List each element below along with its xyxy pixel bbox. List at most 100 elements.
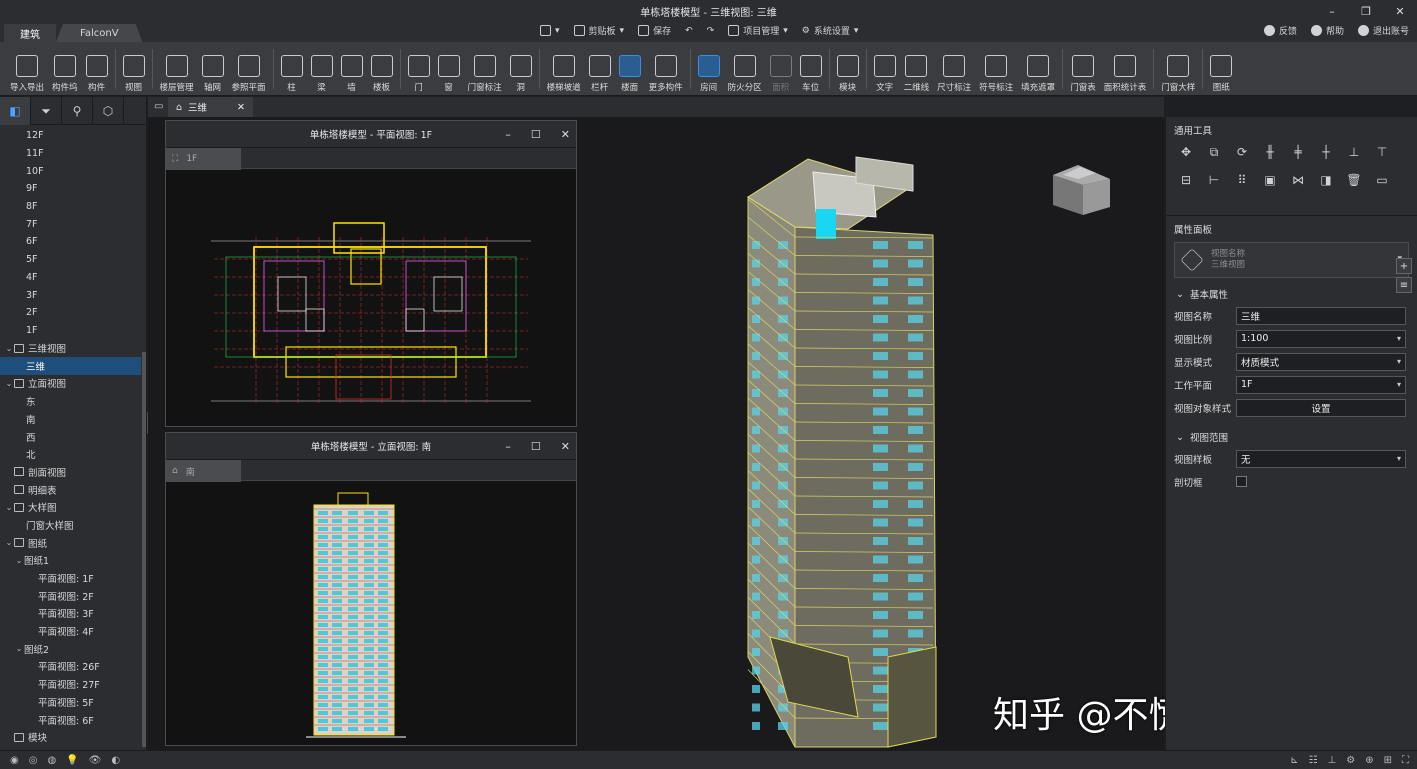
clipboard-button[interactable]: 剪贴板 ▾ xyxy=(573,24,624,37)
ribbon-button[interactable]: 门 xyxy=(404,45,434,93)
break-icon[interactable]: ⊢ xyxy=(1200,171,1228,189)
tab-architecture[interactable]: 建筑 xyxy=(4,24,56,42)
edit-type-button[interactable]: ≡ xyxy=(1396,277,1412,293)
render-icon[interactable]: ◐ xyxy=(111,755,120,766)
tree-item-sheet-view[interactable]: 平面视图: 2F xyxy=(0,587,141,605)
tree-item-elevation[interactable]: 北 xyxy=(0,445,141,463)
feedback-link[interactable]: 反馈 xyxy=(1263,24,1297,37)
chevron-down-icon[interactable]: ⌄ xyxy=(4,538,14,547)
minimize-icon[interactable]: – xyxy=(505,128,511,141)
extend-icon[interactable]: ⊥ xyxy=(1340,143,1368,161)
ribbon-button[interactable]: 填充遮罩 xyxy=(1017,45,1059,93)
tree-item-floor[interactable]: 12F xyxy=(0,127,141,145)
tab-falconv[interactable]: FalconV xyxy=(56,24,143,42)
ribbon-button[interactable]: 楼面 xyxy=(615,45,645,93)
maximize-icon[interactable]: ☐ xyxy=(531,440,541,453)
ribbon-button[interactable]: 符号标注 xyxy=(975,45,1017,93)
align-icon[interactable]: ╫ xyxy=(1256,143,1284,161)
chevron-down-icon[interactable]: ⌄ xyxy=(14,644,24,653)
family-tab-icon[interactable]: ⚲ xyxy=(62,97,93,125)
tree-group-3d[interactable]: ⌄ 三维视图 xyxy=(0,339,141,357)
help-link[interactable]: 帮助 xyxy=(1310,24,1344,37)
tree-group-module[interactable]: 模块 xyxy=(0,728,141,746)
close-button[interactable]: ✕ xyxy=(1383,0,1417,22)
tree-group-sheet2[interactable]: ⌄ 图纸2 xyxy=(0,640,141,658)
view-range-section[interactable]: ⌄ 视图范围 xyxy=(1166,427,1417,447)
chevron-down-icon[interactable]: ⌄ xyxy=(14,556,24,565)
rotate-icon[interactable]: ⟳ xyxy=(1228,143,1256,161)
tree-item-elevation[interactable]: 东 xyxy=(0,392,141,410)
chevron-down-icon[interactable]: ⌄ xyxy=(4,344,14,353)
tree-group-section[interactable]: 剖面视图 xyxy=(0,463,141,481)
project-manage-button[interactable]: 项目管理 ▾ xyxy=(728,24,788,37)
model-tab-icon[interactable]: ⬡ xyxy=(93,97,124,125)
view-scale-select[interactable]: 1:100 ▾ xyxy=(1236,329,1406,348)
ribbon-button[interactable]: 构件坞 xyxy=(48,45,82,93)
browser-tab-views[interactable]: ◧ xyxy=(0,97,31,125)
tree-item-elevation[interactable]: 西 xyxy=(0,428,141,446)
tree-item-sheet-view[interactable]: 平面视图: 26F xyxy=(0,658,141,676)
offset-icon[interactable]: ╪ xyxy=(1284,143,1312,161)
undo-button[interactable]: ↶ xyxy=(685,26,693,36)
ribbon-button[interactable]: 面积统计表 xyxy=(1100,45,1151,93)
tree-item-sheet-view[interactable]: 平面视图: 1F xyxy=(0,569,141,587)
ribbon-button[interactable]: 梁 xyxy=(307,45,337,93)
ribbon-button[interactable]: 栏杆 xyxy=(585,45,615,93)
ribbon-button[interactable]: 视图 xyxy=(119,45,149,93)
plan-tab[interactable]: ⛶ 1F xyxy=(166,148,241,170)
chevron-down-icon[interactable]: ⌄ xyxy=(4,503,14,512)
add-type-button[interactable]: + xyxy=(1396,258,1412,274)
select-icon[interactable]: ◍ xyxy=(47,755,56,766)
view-template-select[interactable]: 无 ▾ xyxy=(1236,449,1406,468)
group-icon[interactable]: ▣ xyxy=(1256,171,1284,189)
ribbon-button[interactable]: 楼梯坡道 xyxy=(543,45,585,93)
tab-list-icon[interactable]: ▭ xyxy=(154,101,163,112)
grid-icon[interactable]: ☷ xyxy=(1309,755,1318,766)
tree-item-floor[interactable]: 2F xyxy=(0,304,141,322)
close-tab-icon[interactable]: ✕ xyxy=(237,102,245,113)
view-name-input[interactable]: 三维 xyxy=(1236,306,1406,325)
match-icon[interactable]: ◨ xyxy=(1312,171,1340,189)
settings-icon[interactable]: ⚙ xyxy=(1346,755,1355,766)
tree-item-floor[interactable]: 10F xyxy=(0,162,141,180)
tree-item-sheet-view[interactable]: 平面视图: 4F xyxy=(0,622,141,640)
zoom-icon[interactable]: ⊕ xyxy=(1365,755,1373,766)
tree-item-sheet-view[interactable]: 平面视图: 27F xyxy=(0,675,141,693)
visibility-icon[interactable]: ◉ xyxy=(10,755,19,766)
maximize-icon[interactable]: ☐ xyxy=(531,128,541,141)
move-icon[interactable]: ✥ xyxy=(1172,143,1200,161)
tree-item-floor[interactable]: 11F xyxy=(0,145,141,163)
array-icon[interactable]: ⠿ xyxy=(1228,171,1256,189)
tree-group-sheet1[interactable]: ⌄ 图纸1 xyxy=(0,552,141,570)
minimize-button[interactable]: – xyxy=(1315,0,1349,22)
join-icon[interactable]: ⊟ xyxy=(1172,171,1200,189)
fit-icon[interactable]: ⊞ xyxy=(1384,755,1392,766)
mirror-icon[interactable]: ⋈ xyxy=(1284,171,1312,189)
ribbon-button[interactable]: 导入导出 xyxy=(6,45,48,93)
3d-viewport[interactable]: 单栋塔楼模型 - 平面视图: 1F – ☐ ✕ ⛶ 1F 单栋塔楼模型 - 立面… xyxy=(148,117,1328,750)
ribbon-button[interactable]: 柱 xyxy=(277,45,307,93)
tree-item-floor[interactable]: 1F xyxy=(0,322,141,340)
split-icon[interactable]: ┼ xyxy=(1312,143,1340,161)
close-icon[interactable]: ✕ xyxy=(561,128,570,141)
ribbon-button[interactable]: 墙 xyxy=(337,45,367,93)
ribbon-button[interactable]: 图纸 xyxy=(1206,45,1236,93)
ribbon-button[interactable]: 防火分区 xyxy=(724,45,766,93)
open-button[interactable]: ▾ xyxy=(540,25,560,36)
eye-icon[interactable]: 👁 xyxy=(89,755,102,766)
tree-item-sheet-view[interactable]: 平面视图: 5F xyxy=(0,693,141,711)
close-icon[interactable]: ✕ xyxy=(561,440,570,453)
trim-icon[interactable]: ⊤ xyxy=(1368,143,1396,161)
tree-item-3d[interactable]: 三维 xyxy=(0,356,141,375)
tree-item-floor[interactable]: 4F xyxy=(0,269,141,287)
ribbon-button[interactable]: 楼板 xyxy=(367,45,397,93)
system-settings-button[interactable]: ⚙ 系统设置 ▾ xyxy=(802,24,859,38)
ribbon-button[interactable]: 尺寸标注 xyxy=(933,45,975,93)
display-mode-select[interactable]: 材质模式 ▾ xyxy=(1236,352,1406,371)
view-type-selector[interactable]: 视图名称 三维视图 ▾ xyxy=(1174,242,1409,278)
tree-group-schedule[interactable]: 明细表 xyxy=(0,481,141,499)
layers-icon[interactable]: ◎ xyxy=(29,755,38,766)
tree-group-elevation[interactable]: ⌄ 立面视图 xyxy=(0,375,141,393)
chevron-down-icon[interactable]: ⌄ xyxy=(4,379,14,388)
ribbon-button[interactable]: 参照平面 xyxy=(228,45,270,93)
